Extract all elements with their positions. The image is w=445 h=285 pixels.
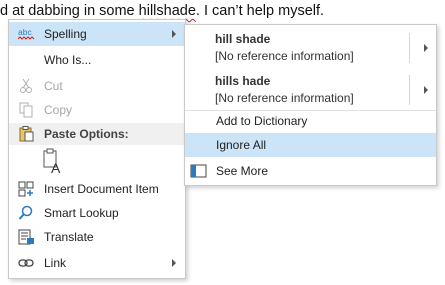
paste-options-header: Paste Options: [9, 123, 185, 145]
menu-item-smart-lookup[interactable]: Smart Lookup [9, 201, 185, 225]
see-more-label: See More [216, 164, 269, 178]
suggestion-item[interactable]: hills hade [No reference information] [185, 69, 436, 111]
search-icon [18, 205, 35, 221]
suggestion-note: [No reference information] [215, 91, 354, 105]
link-label: Link [44, 256, 67, 270]
menu-item-copy: Copy [9, 98, 185, 122]
svg-text:abc: abc [18, 27, 32, 37]
document-text-after: . I can’t help myself. [195, 3, 325, 19]
who-is-label: Who Is... [44, 53, 92, 67]
context-menu: abc Spelling Who Is... Cut Copy Paste Op… [8, 19, 186, 279]
ignore-all-button[interactable]: Ignore All [185, 133, 436, 157]
paste-keep-text-only-button[interactable]: A [42, 147, 66, 178]
scissors-icon [18, 78, 35, 94]
see-more-button[interactable]: See More [185, 159, 436, 183]
chevron-right-icon [172, 30, 176, 38]
paste-keep-text-only-icon: A [42, 148, 66, 178]
see-more-icon [190, 163, 207, 179]
cut-label: Cut [44, 79, 63, 93]
copy-icon [18, 102, 35, 118]
suggestion-note: [No reference information] [215, 49, 354, 63]
add-to-dictionary-label: Add to Dictionary [216, 114, 308, 128]
misspelled-word[interactable]: hillshade [139, 3, 196, 19]
suggestion-item[interactable]: hill shade [No reference information] [185, 27, 436, 69]
menu-item-spelling[interactable]: abc Spelling [9, 22, 185, 46]
suggestion-word: hills hade [215, 74, 271, 88]
translate-icon [18, 229, 35, 245]
menu-item-insert-document-item[interactable]: Insert Document Item [9, 177, 185, 201]
suggestion-word: hill shade [215, 32, 271, 46]
menu-item-cut: Cut [9, 74, 185, 98]
spelling-abc-icon: abc [17, 26, 35, 42]
spelling-submenu: hill shade [No reference information] hi… [184, 24, 437, 186]
link-icon [18, 255, 35, 271]
menu-item-who-is[interactable]: Who Is... [9, 48, 185, 72]
insert-document-item-icon [18, 181, 35, 197]
document-text-before: d at dabbing in some [0, 3, 139, 19]
menu-item-link[interactable]: Link [9, 251, 185, 275]
clipboard-icon [18, 126, 35, 142]
menu-item-translate[interactable]: Translate [9, 225, 185, 249]
insert-document-item-label: Insert Document Item [44, 182, 159, 196]
divider [409, 33, 410, 63]
add-to-dictionary-button[interactable]: Add to Dictionary [185, 109, 436, 133]
copy-label: Copy [44, 103, 73, 117]
ignore-all-label: Ignore All [216, 138, 267, 152]
chevron-right-icon [172, 259, 176, 267]
chevron-right-icon[interactable] [424, 86, 428, 94]
paste-options-label: Paste Options: [44, 127, 129, 141]
translate-label: Translate [44, 230, 94, 244]
spelling-label: Spelling [44, 27, 87, 41]
divider [409, 75, 410, 105]
svg-text:A: A [51, 160, 61, 175]
chevron-right-icon[interactable] [424, 44, 428, 52]
smart-lookup-label: Smart Lookup [44, 206, 119, 220]
